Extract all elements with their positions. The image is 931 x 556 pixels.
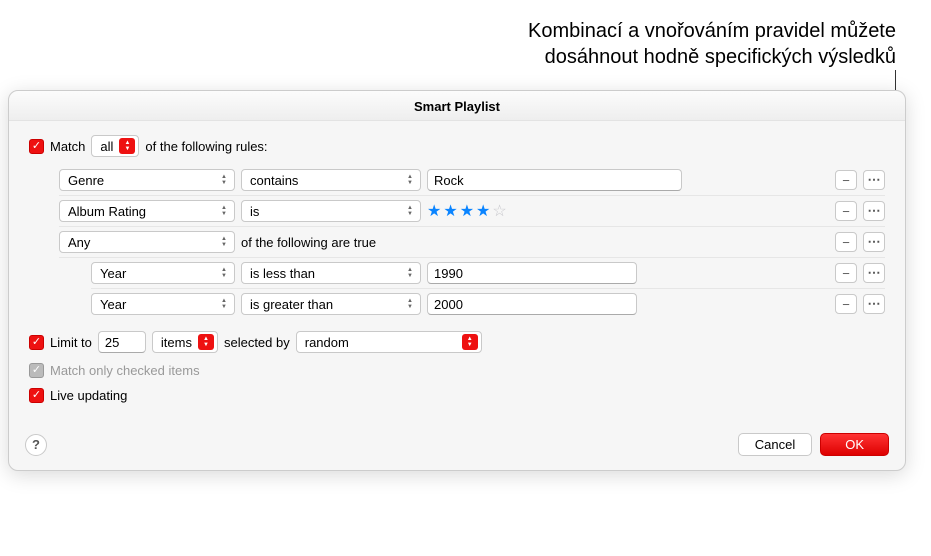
more-rule-button[interactable] xyxy=(863,232,885,252)
ok-button[interactable]: OK xyxy=(820,433,889,456)
updown-icon: ▲▼ xyxy=(462,334,478,350)
updown-icon: ▲▼ xyxy=(403,265,417,281)
rule-field-select[interactable]: Album Rating ▲▼ xyxy=(59,200,235,222)
limit-unit-select[interactable]: items ▲▼ xyxy=(152,331,218,353)
limit-count-input[interactable] xyxy=(98,331,146,353)
limit-label: Limit to xyxy=(50,335,92,350)
cancel-button[interactable]: Cancel xyxy=(738,433,812,456)
limit-checkbox[interactable]: ✓ xyxy=(29,335,44,350)
match-prefix-label: Match xyxy=(50,139,85,154)
updown-icon: ▲▼ xyxy=(403,203,417,219)
updown-icon: ▲▼ xyxy=(217,296,231,312)
rule-field-select[interactable]: Year ▲▼ xyxy=(91,262,235,284)
updown-icon: ▲▼ xyxy=(217,265,231,281)
limit-method-select[interactable]: random ▲▼ xyxy=(296,331,482,353)
rule-group-row: Any ▲▼ of the following are true xyxy=(59,227,885,258)
updown-icon: ▲▼ xyxy=(217,172,231,188)
rule-group-suffix-label: of the following are true xyxy=(241,235,376,250)
remove-rule-button[interactable] xyxy=(835,201,857,221)
live-updating-label: Live updating xyxy=(50,388,127,403)
match-checked-label: Match only checked items xyxy=(50,363,200,378)
rule-group-mode-select[interactable]: Any ▲▼ xyxy=(59,231,235,253)
match-mode-select[interactable]: all ▲▼ xyxy=(91,135,139,157)
rule-operator-select[interactable]: contains ▲▼ xyxy=(241,169,421,191)
rule-operator-select[interactable]: is less than ▲▼ xyxy=(241,262,421,284)
updown-icon: ▲▼ xyxy=(403,172,417,188)
match-checked-items-checkbox[interactable]: ✓ xyxy=(29,363,44,378)
rule-field-select[interactable]: Year ▲▼ xyxy=(91,293,235,315)
rule-field-select[interactable]: Genre ▲▼ xyxy=(59,169,235,191)
rule-operator-select[interactable]: is ▲▼ xyxy=(241,200,421,222)
smart-playlist-dialog: Smart Playlist ✓ Match all ▲▼ of the fol… xyxy=(8,90,906,471)
updown-icon: ▲▼ xyxy=(217,234,231,250)
updown-icon: ▲▼ xyxy=(217,203,231,219)
nested-rule-row: Year ▲▼ is greater than ▲▼ xyxy=(91,289,885,319)
rule-row: Genre ▲▼ contains ▲▼ xyxy=(59,165,885,196)
rule-row: Album Rating ▲▼ is ▲▼ ★★★★☆ xyxy=(59,196,885,227)
more-rule-button[interactable] xyxy=(863,170,885,190)
annotation-text: Kombinací a vnořováním pravidel můžete d… xyxy=(300,18,896,70)
rules-container: Genre ▲▼ contains ▲▼ Album Rating ▲▼ xyxy=(59,165,885,319)
remove-rule-button[interactable] xyxy=(835,263,857,283)
updown-icon: ▲▼ xyxy=(119,138,135,154)
rule-value-input[interactable] xyxy=(427,169,682,191)
rule-operator-select[interactable]: is greater than ▲▼ xyxy=(241,293,421,315)
match-checkbox[interactable]: ✓ xyxy=(29,139,44,154)
live-updating-checkbox[interactable]: ✓ xyxy=(29,388,44,403)
more-rule-button[interactable] xyxy=(863,263,885,283)
star-rating[interactable]: ★★★★☆ xyxy=(427,201,509,221)
remove-rule-button[interactable] xyxy=(835,170,857,190)
selected-by-label: selected by xyxy=(224,335,290,350)
more-rule-button[interactable] xyxy=(863,201,885,221)
help-button[interactable]: ? xyxy=(25,434,47,456)
match-suffix-label: of the following rules: xyxy=(145,139,267,154)
rule-value-input[interactable] xyxy=(427,262,637,284)
updown-icon: ▲▼ xyxy=(198,334,214,350)
more-rule-button[interactable] xyxy=(863,294,885,314)
updown-icon: ▲▼ xyxy=(403,296,417,312)
dialog-title: Smart Playlist xyxy=(9,91,905,121)
remove-rule-button[interactable] xyxy=(835,294,857,314)
nested-rule-row: Year ▲▼ is less than ▲▼ xyxy=(91,258,885,289)
remove-rule-button[interactable] xyxy=(835,232,857,252)
rule-value-input[interactable] xyxy=(427,293,637,315)
